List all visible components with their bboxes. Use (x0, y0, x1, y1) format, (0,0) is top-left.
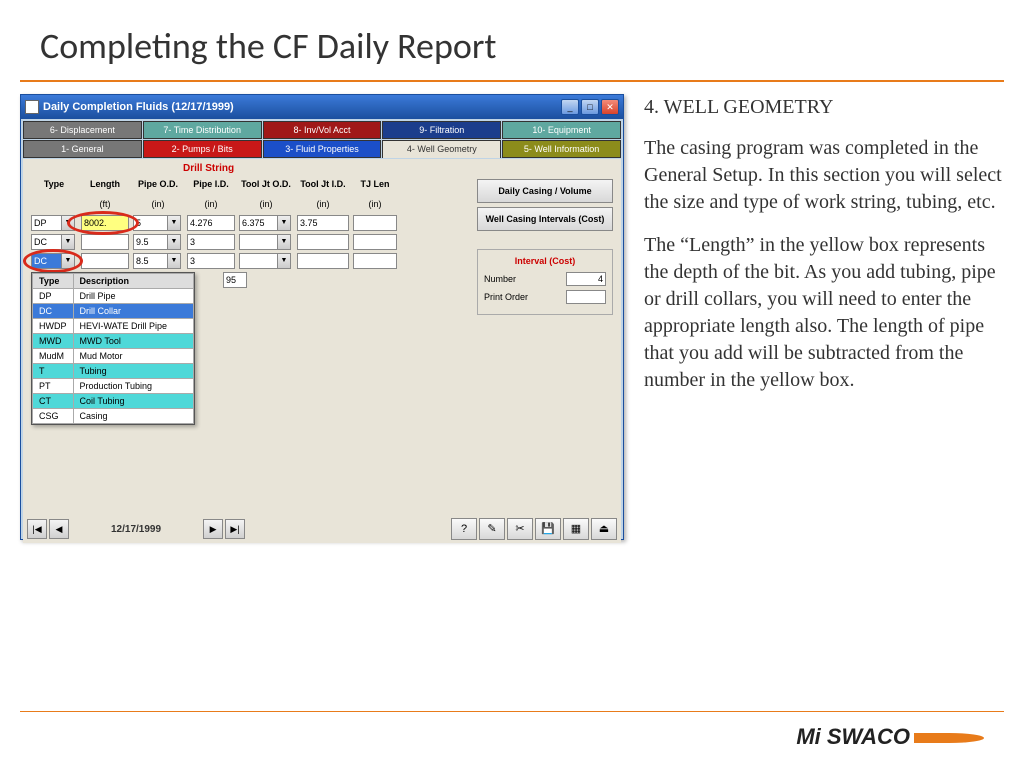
type-dropdown[interactable]: ▼ (31, 215, 77, 231)
id-input[interactable] (187, 215, 235, 231)
interval-title: Interval (Cost) (484, 256, 606, 266)
tab-fluid[interactable]: 3- Fluid Properties (263, 140, 382, 158)
od-dropdown[interactable]: ▼ (133, 253, 183, 269)
tab-equipment[interactable]: 10- Equipment (502, 121, 621, 139)
tab-general[interactable]: 1- General (23, 140, 142, 158)
divider (20, 80, 1004, 82)
help-icon[interactable]: ? (451, 518, 477, 540)
od-dropdown[interactable]: ▼ (133, 215, 183, 231)
type-option[interactable]: DPDrill Pipe (33, 289, 194, 304)
type-dropdown-popup[interactable]: TypeDescription DPDrill PipeDCDrill Coll… (31, 272, 195, 425)
length-input[interactable] (81, 253, 129, 269)
nav-first-button[interactable]: |◀ (27, 519, 47, 539)
cut-icon[interactable]: ✂ (507, 518, 533, 540)
slide-title: Completing the CF Daily Report (0, 0, 1024, 80)
type-option[interactable]: CTCoil Tubing (33, 394, 194, 409)
chevron-down-icon: ▼ (167, 215, 181, 231)
tjlen-input[interactable] (353, 234, 397, 250)
grid-headers: Type Length Pipe O.D. Pipe I.D. Tool Jt … (31, 179, 397, 189)
nav-prev-button[interactable]: ◀ (49, 519, 69, 539)
tjod-dropdown[interactable]: ▼ (239, 215, 293, 231)
print-order-input[interactable] (566, 290, 606, 304)
tjlen-input[interactable] (353, 215, 397, 231)
titlebar[interactable]: Daily Completion Fluids (12/17/1999) _ □… (21, 95, 623, 119)
section-title: Drill String (183, 163, 234, 174)
footer-divider (20, 711, 1004, 712)
number-input[interactable] (566, 272, 606, 286)
app-window: Daily Completion Fluids (12/17/1999) _ □… (20, 94, 624, 540)
grid-row-1: ▼ ▼ ▼ (31, 215, 397, 231)
nav-next-button[interactable]: ▶ (203, 519, 223, 539)
grid-row-3: ▼ ▼ ▼ (31, 253, 397, 269)
save-icon[interactable]: 💾 (535, 518, 561, 540)
daily-casing-button[interactable]: Daily Casing / Volume (477, 179, 613, 203)
nav-date: 12/17/1999 (71, 524, 201, 535)
logo: Mi SWACO (796, 724, 984, 750)
chevron-down-icon: ▼ (61, 234, 75, 250)
id-input[interactable] (187, 253, 235, 269)
type-option[interactable]: MudMMud Motor (33, 349, 194, 364)
chevron-down-icon: ▼ (277, 253, 291, 269)
chevron-down-icon: ▼ (61, 253, 75, 269)
id-input[interactable] (187, 234, 235, 250)
type-dropdown[interactable]: ▼ (31, 253, 77, 269)
tab-time-dist[interactable]: 7- Time Distribution (143, 121, 262, 139)
od-dropdown[interactable]: ▼ (133, 234, 183, 250)
chevron-down-icon: ▼ (61, 215, 75, 231)
grid-row-2: ▼ ▼ ▼ (31, 234, 397, 250)
tjod-dropdown[interactable]: ▼ (239, 253, 293, 269)
tjod-dropdown[interactable]: ▼ (239, 234, 293, 250)
explain-p2: The “Length” in the yellow box represent… (644, 232, 1004, 394)
tab-well-info[interactable]: 5- Well Information (502, 140, 621, 158)
explain-p1: The casing program was completed in the … (644, 135, 1004, 216)
chevron-down-icon: ▼ (167, 253, 181, 269)
minimize-button[interactable]: _ (561, 99, 579, 115)
chevron-down-icon: ▼ (277, 234, 291, 250)
length-input[interactable] (81, 234, 129, 250)
maximize-button[interactable]: □ (581, 99, 599, 115)
casing-intervals-button[interactable]: Well Casing Intervals (Cost) (477, 207, 613, 231)
nav-last-button[interactable]: ▶| (225, 519, 245, 539)
tab-well-geometry[interactable]: 4- Well Geometry (382, 140, 501, 158)
grid-rows: ▼ ▼ ▼ ▼ ▼ ▼ (31, 215, 397, 272)
extra-id-input[interactable] (223, 272, 247, 288)
tjid-input[interactable] (297, 253, 349, 269)
well-geometry-panel: Drill String Type Length Pipe O.D. Pipe … (23, 159, 621, 515)
type-option[interactable]: TTubing (33, 364, 194, 379)
explanation-panel: 4. WELL GEOMETRY The casing program was … (644, 94, 1004, 540)
type-option[interactable]: HWDPHEVI-WATE Drill Pipe (33, 319, 194, 334)
type-option[interactable]: CSGCasing (33, 409, 194, 424)
tab-pumps[interactable]: 2- Pumps / Bits (143, 140, 262, 158)
tool-icon[interactable]: ✎ (479, 518, 505, 540)
window-title: Daily Completion Fluids (12/17/1999) (43, 101, 561, 113)
calc-icon[interactable]: ▦ (563, 518, 589, 540)
app-icon (25, 100, 39, 114)
swoosh-icon (914, 733, 984, 743)
exit-icon[interactable]: ⏏ (591, 518, 617, 540)
tab-filtration[interactable]: 9- Filtration (382, 121, 501, 139)
tjid-input[interactable] (297, 215, 349, 231)
nav-bar: |◀ ◀ 12/17/1999 ▶ ▶| ? ✎ ✂ 💾 ▦ ⏏ (23, 515, 621, 543)
tab-inv-vol[interactable]: 8- Inv/Vol Acct (263, 121, 382, 139)
type-option[interactable]: PTProduction Tubing (33, 379, 194, 394)
type-dropdown[interactable]: ▼ (31, 234, 77, 250)
grid-units: (ft) (in) (in) (in) (in) (in) (31, 199, 397, 209)
close-button[interactable]: ✕ (601, 99, 619, 115)
interval-cost-box: Interval (Cost) Number Print Order (477, 249, 613, 315)
type-option[interactable]: MWDMWD Tool (33, 334, 194, 349)
tjid-input[interactable] (297, 234, 349, 250)
length-input[interactable] (81, 215, 129, 231)
chevron-down-icon: ▼ (167, 234, 181, 250)
tab-displacement[interactable]: 6- Displacement (23, 121, 142, 139)
explain-heading: 4. WELL GEOMETRY (644, 94, 1004, 121)
chevron-down-icon: ▼ (277, 215, 291, 231)
type-option[interactable]: DCDrill Collar (33, 304, 194, 319)
tjlen-input[interactable] (353, 253, 397, 269)
